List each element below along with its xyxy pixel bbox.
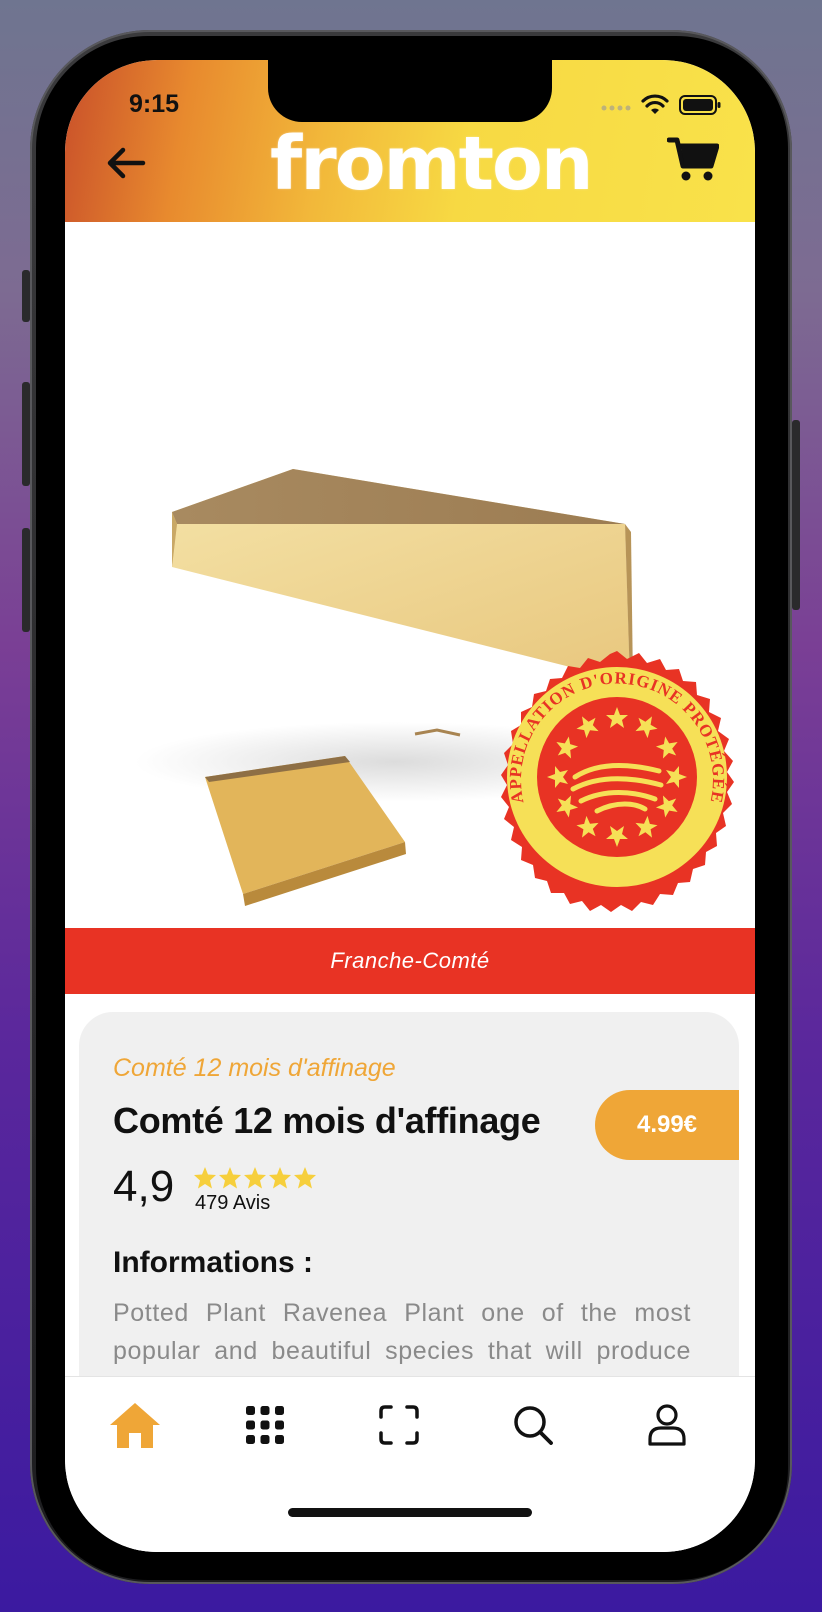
home-icon bbox=[110, 1403, 160, 1448]
product-image: APPELLATION D'ORIGINE PROTÉGÉE bbox=[65, 222, 755, 928]
tab-bar bbox=[65, 1376, 755, 1552]
tab-categories[interactable] bbox=[235, 1397, 295, 1453]
battery-icon bbox=[679, 95, 721, 120]
info-heading: Informations : bbox=[113, 1246, 313, 1279]
star-icon bbox=[219, 1167, 241, 1189]
app-logo: fromton bbox=[270, 121, 594, 207]
product-subtitle: Comté 12 mois d'affinage bbox=[113, 1054, 396, 1082]
tab-scan[interactable] bbox=[369, 1397, 429, 1453]
rating-value: 4,9 bbox=[113, 1162, 175, 1211]
product-title: Comté 12 mois d'affinage bbox=[113, 1100, 541, 1141]
price-badge[interactable]: 4.99€ bbox=[595, 1090, 739, 1160]
volume-up-button bbox=[22, 382, 30, 486]
power-button bbox=[792, 420, 800, 610]
tab-search[interactable] bbox=[503, 1397, 563, 1453]
arrow-left-icon bbox=[107, 147, 146, 179]
mute-switch bbox=[22, 270, 30, 322]
status-indicators bbox=[601, 94, 721, 121]
signal-icon bbox=[601, 99, 631, 117]
region-band: Franche-Comté bbox=[65, 928, 755, 994]
cart-icon bbox=[666, 137, 720, 181]
tab-home[interactable] bbox=[105, 1397, 165, 1453]
aop-seal: APPELLATION D'ORIGINE PROTÉGÉE bbox=[501, 651, 734, 912]
review-count: 479 Avis bbox=[195, 1192, 271, 1214]
star-icon bbox=[294, 1167, 316, 1189]
wifi-icon bbox=[641, 94, 669, 121]
star-icon bbox=[244, 1167, 266, 1189]
cart-button[interactable] bbox=[666, 136, 720, 184]
star-icon bbox=[194, 1167, 216, 1189]
rating-stars bbox=[193, 1166, 317, 1190]
grid-icon bbox=[246, 1406, 284, 1444]
tab-profile[interactable] bbox=[637, 1397, 697, 1453]
back-button[interactable] bbox=[103, 140, 149, 186]
volume-down-button bbox=[22, 528, 30, 632]
notch bbox=[268, 60, 552, 122]
app-header: 9:15 fromton bbox=[65, 60, 755, 222]
user-icon bbox=[648, 1404, 686, 1446]
screen: 9:15 fromton APPELLATION D'ORIGINE PROTÉ… bbox=[65, 60, 755, 1552]
home-indicator[interactable] bbox=[288, 1508, 532, 1517]
status-time: 9:15 bbox=[129, 90, 180, 118]
star-icon bbox=[269, 1167, 291, 1189]
scan-icon bbox=[379, 1405, 419, 1445]
search-icon bbox=[514, 1406, 553, 1445]
cheese-wedge-image: APPELLATION D'ORIGINE PROTÉGÉE bbox=[135, 469, 734, 912]
